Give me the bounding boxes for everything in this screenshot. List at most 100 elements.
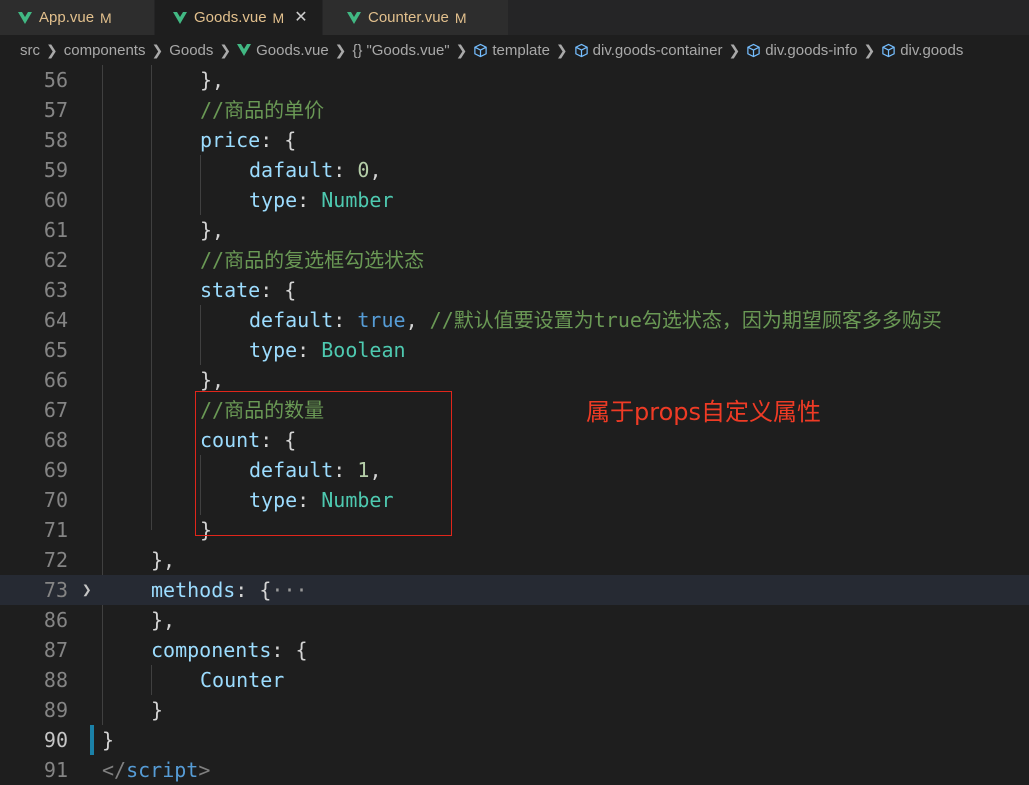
code-editor[interactable]: 56 }, 57 //商品的单价 58 price: { 59 dafault:… <box>0 65 1029 782</box>
code-punct: : { <box>260 278 297 302</box>
code-line: 59 dafault: 0, <box>0 155 1029 185</box>
chevron-right-icon: ❯ <box>334 41 347 58</box>
vue-file-icon <box>18 11 32 24</box>
cube-icon <box>474 43 488 57</box>
line-number: 90 <box>43 728 68 752</box>
code-comment: //商品的数量 <box>200 398 325 422</box>
code-punct: : <box>333 458 358 482</box>
code-line: 71 } <box>0 515 1029 545</box>
breadcrumb-label: div.goods-container <box>592 41 723 59</box>
code-type: Number <box>321 188 394 212</box>
close-icon[interactable]: ✕ <box>294 9 307 26</box>
code-punct: : { <box>260 128 297 152</box>
tab-goods-vue[interactable]: Goods.vue M ✕ <box>155 0 323 35</box>
chevron-right-icon: ❯ <box>46 41 58 58</box>
code-text: </script> <box>102 755 210 785</box>
line-number: 62 <box>43 248 68 272</box>
code-text: }, <box>200 368 225 392</box>
breadcrumb-src[interactable]: src <box>20 42 40 59</box>
editor-tab-bar: App.vue M Goods.vue M ✕ Counter.vue M <box>0 0 1029 35</box>
code-text: methods: {··· <box>151 575 308 605</box>
modified-badge: M <box>454 9 467 26</box>
breadcrumb-label: template <box>492 41 550 59</box>
breadcrumb-components[interactable]: components <box>64 42 146 59</box>
chevron-right-icon[interactable]: ❯ <box>82 575 92 605</box>
code-line: 65 type: Boolean <box>0 335 1029 365</box>
tab-counter-vue[interactable]: Counter.vue M <box>323 0 509 35</box>
line-number: 88 <box>43 668 68 692</box>
code-text: }, <box>151 548 176 572</box>
code-line: 64 default: true, //默认值要设置为true勾选状态，因为期望… <box>0 305 1029 335</box>
code-comment: //默认值要设置为true勾选状态，因为期望顾客多多购买 <box>429 308 942 332</box>
code-punct: : <box>297 338 322 362</box>
breadcrumb-goods-div[interactable]: div.goods <box>881 42 963 59</box>
cube-icon <box>747 43 760 57</box>
code-line: 68 count: { <box>0 425 1029 455</box>
line-number: 89 <box>43 698 68 722</box>
code-text: default: 1, <box>249 455 381 485</box>
code-line: 66 }, <box>0 365 1029 395</box>
code-line: 86 }, <box>0 605 1029 635</box>
line-number: 70 <box>43 488 68 512</box>
code-text: type: Number <box>249 185 394 215</box>
code-text: default: true, //默认值要设置为true勾选状态，因为期望顾客多… <box>249 305 942 335</box>
code-key: components <box>151 638 272 662</box>
folded-ellipsis[interactable]: ··· <box>271 578 307 602</box>
code-punct: : <box>297 188 322 212</box>
code-text: components: { <box>151 635 308 665</box>
code-punct: : <box>333 158 358 182</box>
change-marker <box>90 725 94 755</box>
code-line: 56 }, <box>0 65 1029 95</box>
breadcrumb-goods-folder[interactable]: Goods <box>169 42 213 59</box>
code-text: price: { <box>200 125 296 155</box>
code-key: default <box>249 308 334 332</box>
breadcrumb-module[interactable]: {} "Goods.vue" <box>352 42 449 59</box>
code-number: 1 <box>357 458 370 482</box>
line-number: 61 <box>43 218 68 242</box>
breadcrumb-goods-container[interactable]: div.goods-container <box>574 41 723 59</box>
code-line: 61 }, <box>0 215 1029 245</box>
breadcrumb-label: div.goods <box>900 41 964 59</box>
breadcrumb-goods-info[interactable]: div.goods-info <box>746 42 857 59</box>
line-number: 72 <box>43 548 68 572</box>
line-number: 87 <box>43 638 68 662</box>
code-text: type: Number <box>249 485 394 515</box>
code-punct: : { <box>260 428 297 452</box>
code-punct: , <box>369 458 382 482</box>
line-number: 56 <box>43 68 68 92</box>
code-line: 90 } <box>0 725 1029 755</box>
code-text: dafault: 0, <box>249 155 381 185</box>
code-key: default <box>249 458 334 482</box>
breadcrumb-template[interactable]: template <box>473 42 550 59</box>
code-text: state: { <box>200 275 296 305</box>
code-text: }, <box>200 68 225 92</box>
code-text: } <box>151 698 164 722</box>
line-number: 73 <box>43 578 68 602</box>
line-number: 60 <box>43 188 68 212</box>
code-key: state <box>200 278 261 302</box>
line-number: 67 <box>43 398 68 422</box>
code-line: 63 state: { <box>0 275 1029 305</box>
code-line: 72 }, <box>0 545 1029 575</box>
code-keyword: true <box>357 308 406 332</box>
code-comment: //商品的复选框勾选状态 <box>200 248 425 272</box>
code-line: 70 type: Number <box>0 485 1029 515</box>
vue-file-icon <box>173 11 187 24</box>
code-key: methods <box>151 578 236 602</box>
breadcrumb-label: div.goods-info <box>765 41 858 59</box>
chevron-right-icon: ❯ <box>455 41 468 58</box>
line-number: 91 <box>43 758 68 782</box>
cube-icon <box>574 43 588 57</box>
code-key: count <box>200 428 261 452</box>
breadcrumb-goods-file[interactable]: Goods.vue <box>237 42 329 59</box>
code-number: 0 <box>357 158 370 182</box>
code-line: 69 default: 1, <box>0 455 1029 485</box>
tab-app-vue[interactable]: App.vue M <box>0 0 155 35</box>
code-key: dafault <box>249 158 334 182</box>
code-text: type: Boolean <box>249 335 406 365</box>
line-number: 64 <box>43 308 68 332</box>
code-type: Number <box>321 488 394 512</box>
code-tag-bracket: > <box>198 758 211 782</box>
braces-icon: {} <box>352 41 363 59</box>
code-line: 91 </script> <box>0 755 1029 785</box>
